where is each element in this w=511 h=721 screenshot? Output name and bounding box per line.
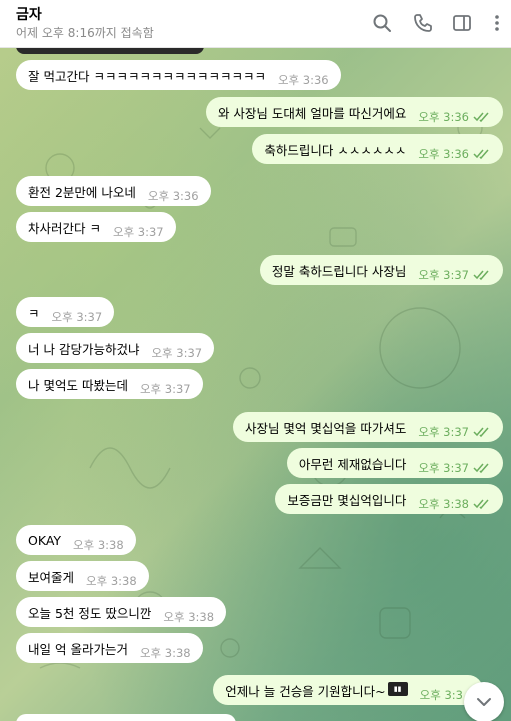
message-text: 아무런 제재없습니다 [298,456,407,472]
message-incoming[interactable]: OKAY 오후 3:38 [16,525,136,555]
message-text: 너 나 감당가능하겄냐 [28,341,140,357]
message-text: 언제나 늘 건승을 기원합니다~ [225,683,386,699]
message-time: 오후 3:36 [147,189,199,203]
message-time: 오후 3:38 [139,646,191,660]
message-text: 잘 먹고간다 ㅋㅋㅋㅋㅋㅋㅋㅋㅋㅋㅋㅋㅋㅋㅋ [28,68,266,84]
message-text: 나 몇억도 따봤는데 [28,377,128,393]
read-double-check-icon [473,270,489,281]
message-text: 오늘 5천 정도 땄으니깐 [28,605,152,621]
message-text: 내일 억 올라가는거 [28,641,128,657]
message-time: 오후 3:37 [418,425,469,439]
message-text: OKAY [28,532,62,548]
message-text: ㅋ [28,305,40,321]
chat-title[interactable]: 금자 [16,4,42,24]
read-double-check-icon [473,149,489,160]
phone-icon[interactable] [412,12,434,34]
scroll-to-bottom-button[interactable] [464,682,504,721]
read-double-check-icon [473,427,489,438]
message-incoming[interactable]: ㅋ 오후 3:37 [16,297,115,327]
message-time: 오후 3:37 [139,382,191,396]
message-time: 오후 3:36 [277,73,329,87]
message-text: 정말 축하드립니다 사장님 [271,263,407,279]
message-incoming[interactable]: 나 몇억도 따봤는데 오후 3:37 [16,369,203,399]
message-incoming[interactable]: 차사러간다 ㅋ 오후 3:37 [16,212,176,242]
message-incoming[interactable]: 환전 2분만에 나오네 오후 3:36 [16,176,211,206]
next-message-edge [16,714,236,721]
message-outgoing[interactable]: 아무런 제재없습니다 오후 3:37 [286,448,503,478]
message-text: 와 사장님 도대체 얼마를 따신거에요 [217,105,407,121]
message-time: 오후 3:38 [418,497,469,511]
message-outgoing[interactable]: 언제나 늘 건승을 기원합니다~ ▮▮ 오후 3:3 [213,675,483,705]
message-text: 차사러간다 ㅋ [28,220,101,236]
search-icon[interactable] [371,12,393,34]
message-time: 오후 3:38 [163,610,215,624]
more-vertical-icon[interactable] [486,12,508,34]
read-double-check-icon [473,112,489,123]
message-incoming[interactable]: 잘 먹고간다 ㅋㅋㅋㅋㅋㅋㅋㅋㅋㅋㅋㅋㅋㅋㅋ 오후 3:36 [16,60,341,90]
message-text: 사장님 몇억 몇십억을 따가셔도 [244,420,407,436]
message-incoming[interactable]: 보여줄게 오후 3:38 [16,561,149,591]
message-outgoing[interactable]: 보증금만 몇십억입니다 오후 3:38 [275,484,503,514]
read-double-check-icon [473,463,489,474]
chat-area[interactable]: 잘 먹고간다 ㅋㅋㅋㅋㅋㅋㅋㅋㅋㅋㅋㅋㅋㅋㅋ 오후 3:36 와 사장님 도대체… [0,48,511,721]
read-double-check-icon [473,499,489,510]
message-text: 보여줄게 [28,569,75,585]
message-time: 오후 3:36 [418,147,469,161]
message-outgoing[interactable]: 사장님 몇억 몇십억을 따가셔도 오후 3:37 [232,412,503,442]
sidebar-toggle-icon[interactable] [451,12,473,34]
previous-message-edge [16,48,204,54]
message-incoming[interactable]: 너 나 감당가능하겄냐 오후 3:37 [16,333,215,363]
message-text: 환전 2분만에 나오네 [28,184,136,200]
chat-status: 어제 오후 8:16까지 접속함 [16,26,154,40]
message-outgoing[interactable]: 정말 축하드립니다 사장님 오후 3:37 [259,255,503,285]
emoji-sticker-icon: ▮▮ [387,682,408,696]
message-text: 축하드립니다 ㅅㅅㅅㅅㅅㅅ [264,142,407,158]
message-time: 오후 3:37 [418,268,469,282]
message-time: 오후 3:37 [51,310,103,324]
message-incoming[interactable]: 내일 억 올라가는거 오후 3:38 [16,633,203,663]
message-time: 오후 3:3 [419,688,463,702]
message-time: 오후 3:36 [418,110,469,124]
message-time: 오후 3:37 [151,346,203,360]
message-time: 오후 3:38 [86,574,137,588]
message-time: 오후 3:37 [112,225,164,239]
message-text: 보증금만 몇십억입니다 [287,492,407,508]
message-outgoing[interactable]: 와 사장님 도대체 얼마를 따신거에요 오후 3:36 [205,97,503,127]
message-outgoing[interactable]: 축하드립니다 ㅅㅅㅅㅅㅅㅅ 오후 3:36 [252,134,503,164]
message-time: 오후 3:38 [73,538,124,552]
chat-header: 금자 어제 오후 8:16까지 접속함 [0,0,511,48]
chevron-down-icon [477,698,491,706]
message-time: 오후 3:37 [418,461,469,475]
message-incoming[interactable]: 오늘 5천 정도 땄으니깐 오후 3:38 [16,597,227,627]
